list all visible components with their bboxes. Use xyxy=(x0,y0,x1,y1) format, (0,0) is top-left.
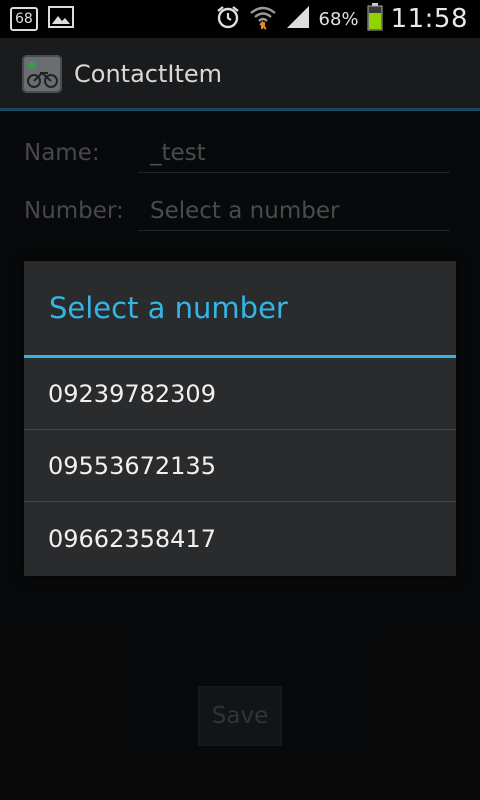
select-number-dialog: Select a number 09239782309 09553672135 … xyxy=(24,261,456,576)
sim-badge-icon: 68 xyxy=(10,7,38,31)
number-option[interactable]: 09662358417 xyxy=(24,502,456,576)
status-right-icons: 68% 11:58 xyxy=(215,0,468,38)
app-title: ContactItem xyxy=(74,60,223,88)
wifi-icon xyxy=(249,4,277,34)
signal-icon xyxy=(285,5,311,33)
number-option[interactable]: 09553672135 xyxy=(24,430,456,502)
contact-app-icon[interactable] xyxy=(22,55,62,93)
battery-icon xyxy=(367,3,383,35)
status-bar: 68 68% 11:58 xyxy=(0,0,480,38)
alarm-icon xyxy=(215,4,241,34)
dialog-title: Select a number xyxy=(49,291,288,325)
number-option[interactable]: 09239782309 xyxy=(24,358,456,430)
image-icon xyxy=(47,6,74,32)
status-left-icons: 68 xyxy=(10,6,74,32)
clock: 11:58 xyxy=(390,4,468,34)
action-bar: ContactItem xyxy=(0,38,480,111)
battery-percent: 68% xyxy=(318,8,359,30)
number-list: 09239782309 09553672135 09662358417 xyxy=(24,358,456,576)
